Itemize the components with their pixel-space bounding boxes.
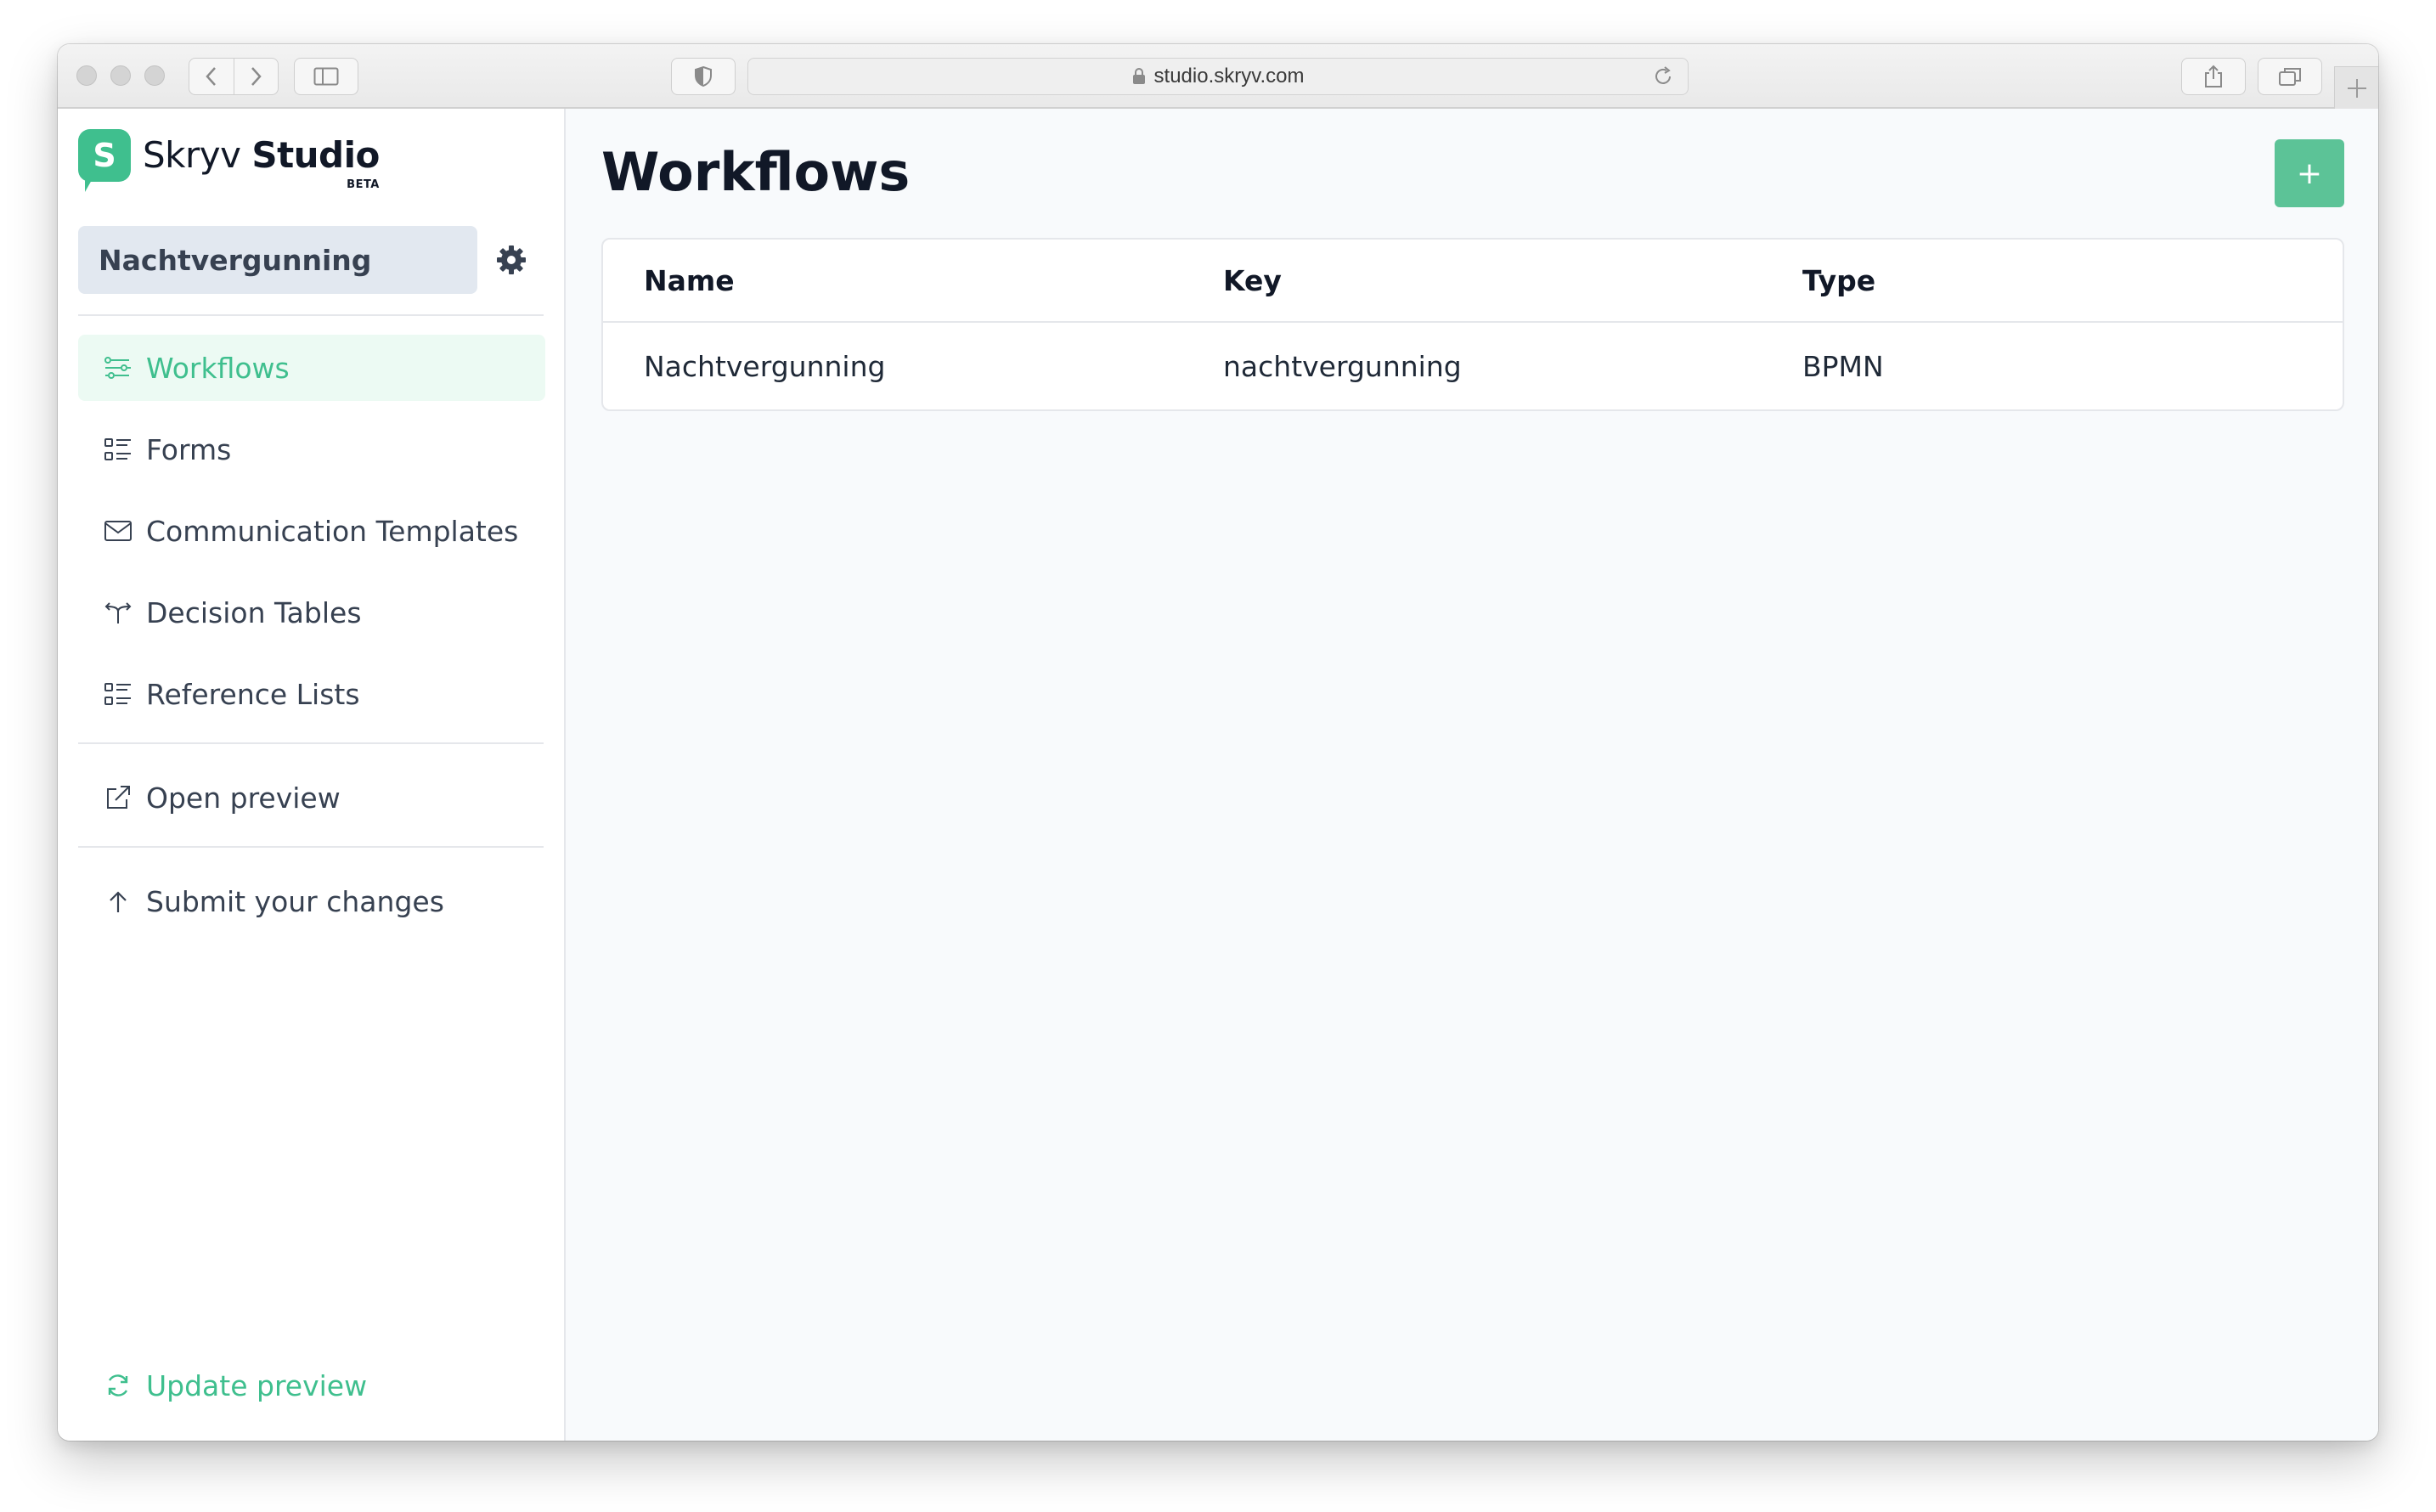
url-text: studio.skryv.com (1153, 65, 1305, 87)
column-header-key[interactable]: Key (1182, 264, 1762, 297)
open-preview-link[interactable]: Open preview (78, 764, 545, 831)
submit-changes-label: Submit your changes (146, 884, 444, 918)
cell-name: Nachtvergunning (644, 349, 886, 383)
sidebar-divider (78, 314, 544, 316)
sidebar-item-workflows[interactable]: Workflows (78, 335, 545, 401)
plus-icon (2347, 78, 2366, 98)
share-button[interactable] (2181, 58, 2246, 95)
decision-icon (104, 598, 133, 627)
sidebar-item-communication-templates[interactable]: Communication Templates (78, 498, 545, 564)
external-link-icon (104, 783, 133, 812)
page-title: Workflows (601, 141, 911, 203)
reload-icon[interactable] (1652, 65, 1674, 87)
arrow-up-icon (104, 887, 133, 916)
main-content: Workflows + Name Key Type Nachtvergunnin… (566, 109, 2378, 1441)
refresh-icon (104, 1371, 133, 1400)
sidebar-item-reference-lists[interactable]: Reference Lists (78, 661, 545, 727)
update-preview-label: Update preview (146, 1368, 368, 1402)
beta-tag: BETA (347, 178, 380, 191)
table-header: Name Key Type (603, 240, 2343, 323)
chevron-left-icon (206, 67, 216, 86)
new-tab-button[interactable] (2334, 66, 2378, 109)
close-window-button[interactable] (76, 65, 97, 86)
chevron-right-icon (251, 67, 262, 86)
share-icon (2205, 65, 2222, 87)
address-bar[interactable]: studio.skryv.com (747, 58, 1689, 95)
logo-text: Skryv Studio BETA (143, 134, 380, 191)
sidebar-item-label: Communication Templates (146, 514, 519, 548)
minimize-window-button[interactable] (110, 65, 131, 86)
zoom-window-button[interactable] (144, 65, 165, 86)
workflows-table: Name Key Type Nachtvergunning nachtvergu… (601, 238, 2344, 411)
browser-titlebar: studio.skryv.com (58, 44, 2378, 109)
column-header-type[interactable]: Type (1762, 264, 2343, 297)
sidebar-item-label: Workflows (146, 351, 290, 385)
column-header-name[interactable]: Name (603, 264, 1182, 297)
cell-type: BPMN (1802, 349, 1884, 383)
sidebar-item-label: Forms (146, 432, 232, 466)
logo-name-bold: Studio (251, 134, 380, 176)
submit-changes-link[interactable]: Submit your changes (78, 868, 545, 934)
list-icon (104, 435, 133, 464)
logo-name-regular: Skryv (143, 134, 241, 176)
sidebar-icon (313, 67, 339, 86)
browser-window: studio.skryv.com S Skryv Studio BETA Nac… (58, 44, 2378, 1441)
sidebar-divider (78, 846, 544, 848)
back-button[interactable] (189, 59, 234, 94)
update-preview-link[interactable]: Update preview (78, 1352, 545, 1419)
app: S Skryv Studio BETA Nachtvergunning Work… (58, 109, 2378, 1441)
project-selector[interactable]: Nachtvergunning (78, 226, 477, 294)
sidebar-item-label: Decision Tables (146, 595, 362, 629)
logo[interactable]: S Skryv Studio BETA (78, 129, 380, 192)
cell-key: nachtvergunning (1223, 349, 1462, 383)
sidebar: S Skryv Studio BETA Nachtvergunning Work… (58, 109, 566, 1441)
sidebar-toggle-button[interactable] (294, 58, 358, 95)
workflow-icon (104, 353, 133, 382)
sidebar-item-forms[interactable]: Forms (78, 416, 545, 482)
open-preview-label: Open preview (146, 781, 341, 815)
lock-icon (1132, 68, 1145, 84)
logo-badge: S (78, 129, 131, 192)
sidebar-item-label: Reference Lists (146, 677, 360, 711)
shield-icon (695, 65, 712, 87)
tabs-icon (2279, 68, 2301, 86)
gear-icon[interactable] (494, 243, 528, 277)
sidebar-item-decision-tables[interactable]: Decision Tables (78, 579, 545, 646)
tab-overview-button[interactable] (2258, 58, 2322, 95)
table-row[interactable]: Nachtvergunning nachtvergunning BPMN (603, 323, 2343, 409)
history-nav (189, 58, 279, 95)
forward-button[interactable] (234, 59, 279, 94)
privacy-report-button[interactable] (671, 58, 736, 95)
list-icon (104, 680, 133, 708)
envelope-icon (104, 516, 133, 545)
sidebar-divider (78, 742, 544, 744)
add-workflow-button[interactable]: + (2275, 139, 2344, 207)
